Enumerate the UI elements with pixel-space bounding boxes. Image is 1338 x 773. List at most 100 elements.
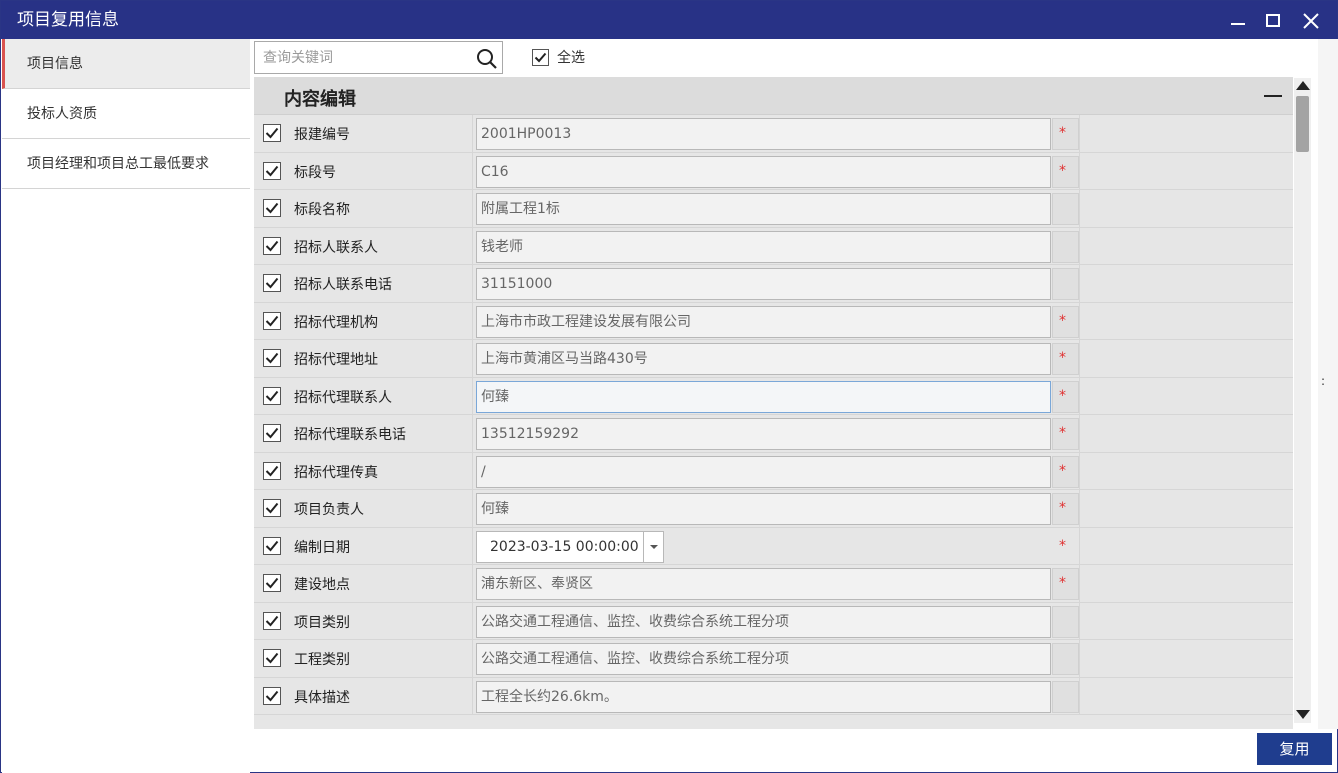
close-button[interactable] (1300, 10, 1322, 32)
checkmark-icon (265, 615, 279, 626)
field-input[interactable]: 公路交通工程通信、监控、收费综合系统工程分项 (476, 643, 1051, 675)
field-input[interactable]: 31151000 (476, 268, 1051, 300)
search-box (254, 41, 503, 74)
field-row: 标段号 C16 * (254, 152, 1293, 190)
field-checkbox[interactable] (263, 311, 281, 330)
select-all-checkbox[interactable] (532, 48, 549, 66)
sidebar-item-project-info[interactable]: 项目信息 (2, 39, 250, 89)
field-checkbox[interactable] (263, 124, 281, 142)
checkmark-icon (265, 240, 279, 251)
required-marker: * (1059, 575, 1066, 591)
column-divider (472, 565, 473, 602)
required-marker: * (1059, 125, 1066, 141)
column-divider (1079, 190, 1080, 227)
field-label: 项目负责人 (294, 502, 364, 518)
field-input[interactable]: C16 (476, 155, 1051, 188)
column-divider (472, 190, 473, 227)
field-row: 项目负责人 何臻 * (254, 490, 1293, 528)
checkmark-icon (265, 165, 279, 176)
minimize-icon (1231, 23, 1245, 25)
sidebar-item-manager-requirements[interactable]: 项目经理和项目总工最低要求 (2, 139, 250, 189)
search-input[interactable] (255, 42, 470, 73)
search-icon[interactable] (476, 48, 498, 70)
section-header: 内容编辑 (254, 77, 1293, 115)
field-label: 招标代理地址 (294, 352, 378, 368)
field-checkbox[interactable] (263, 161, 281, 180)
field-checkbox[interactable] (263, 386, 281, 405)
scroll-thumb[interactable] (1296, 96, 1309, 152)
field-checkbox[interactable] (263, 611, 281, 630)
required-cell (1052, 230, 1079, 263)
field-row: 建设地点 浦东新区、奉贤区 * (254, 565, 1293, 603)
collapse-icon[interactable] (1264, 95, 1282, 97)
column-divider (472, 227, 473, 264)
field-input[interactable]: 上海市黄浦区马当路430号 (476, 343, 1051, 375)
checkmark-icon (265, 127, 279, 139)
checkmark-icon (265, 465, 279, 476)
field-checkbox[interactable] (263, 274, 281, 292)
field-row: 项目类别 公路交通工程通信、监控、收费综合系统工程分项 (254, 602, 1293, 640)
column-divider (1079, 302, 1080, 339)
field-row: 招标人联系电话 31151000 (254, 265, 1293, 303)
field-input[interactable]: 附属工程1标 (476, 193, 1051, 225)
field-input[interactable]: 2001HP0013 (476, 118, 1051, 150)
field-checkbox[interactable] (263, 686, 281, 705)
scroll-up-icon[interactable] (1296, 81, 1310, 90)
field-checkbox[interactable] (263, 574, 281, 592)
field-input[interactable]: 13512159292 (476, 418, 1051, 450)
reuse-info-dialog: 项目复用信息 项目信息 投标人资质 项目经理和项目总工最低要求 全选 内容编辑 (0, 0, 1338, 773)
content-edit-section: 内容编辑 报建编号 2001HP0013 * 标段号 C16 * 标段名称 附属工程1标 招标人… (254, 77, 1293, 729)
required-cell (1052, 680, 1079, 713)
field-row: 标段名称 附属工程1标 (254, 190, 1293, 228)
field-row: 工程类别 公路交通工程通信、监控、收费综合系统工程分项 (254, 640, 1293, 678)
required-marker: * (1059, 350, 1066, 366)
date-picker[interactable]: 2023-03-15 00:00:00 (476, 530, 664, 563)
column-divider (472, 340, 473, 377)
chevron-down-icon (649, 544, 658, 549)
checkmark-icon (265, 577, 279, 589)
vertical-scrollbar[interactable] (1294, 78, 1311, 723)
maximize-button[interactable] (1262, 10, 1284, 32)
field-input[interactable]: 何臻 (476, 493, 1051, 525)
reuse-button[interactable]: 复用 (1257, 733, 1332, 765)
title-bar[interactable]: 项目复用信息 (1, 1, 1337, 39)
field-input[interactable]: 上海市市政工程建设发展有限公司 (476, 305, 1051, 338)
column-divider (1079, 265, 1080, 302)
drag-handle[interactable]: : (1321, 374, 1325, 388)
field-input[interactable]: 何臻 (476, 380, 1051, 413)
field-row: 招标代理传真 / * (254, 452, 1293, 490)
field-label: 招标人联系电话 (294, 277, 392, 293)
field-checkbox[interactable] (263, 236, 281, 255)
column-divider (472, 527, 473, 564)
field-input[interactable]: 工程全长约26.6km。 (476, 680, 1051, 713)
field-checkbox[interactable] (263, 349, 281, 367)
field-input[interactable]: 浦东新区、奉贤区 (476, 568, 1051, 600)
column-divider (1079, 377, 1080, 414)
field-row: 招标人联系人 钱老师 (254, 227, 1293, 265)
column-divider (1079, 115, 1080, 152)
field-checkbox[interactable] (263, 649, 281, 667)
scroll-down-icon[interactable] (1296, 710, 1310, 719)
field-input[interactable]: 公路交通工程通信、监控、收费综合系统工程分项 (476, 605, 1051, 638)
field-input[interactable]: / (476, 455, 1051, 488)
field-checkbox[interactable] (263, 461, 281, 480)
minimize-button[interactable] (1227, 10, 1249, 32)
column-divider (472, 452, 473, 489)
field-checkbox[interactable] (263, 536, 281, 555)
required-marker: * (1059, 500, 1066, 516)
field-label: 招标代理联系电话 (294, 427, 406, 443)
select-all-label: 全选 (557, 50, 585, 66)
sidebar-item-bidder-qualification[interactable]: 投标人资质 (2, 89, 250, 139)
checkmark-icon (265, 315, 279, 326)
column-divider (472, 677, 473, 714)
checkmark-icon (265, 277, 279, 289)
column-divider (472, 490, 473, 527)
select-all[interactable]: 全选 (532, 48, 585, 66)
section-title: 内容编辑 (284, 89, 356, 110)
field-checkbox[interactable] (263, 499, 281, 517)
field-checkbox[interactable] (263, 424, 281, 442)
dropdown-button[interactable] (643, 531, 663, 562)
field-checkbox[interactable] (263, 199, 281, 217)
column-divider (1079, 640, 1080, 677)
field-input[interactable]: 钱老师 (476, 230, 1051, 263)
